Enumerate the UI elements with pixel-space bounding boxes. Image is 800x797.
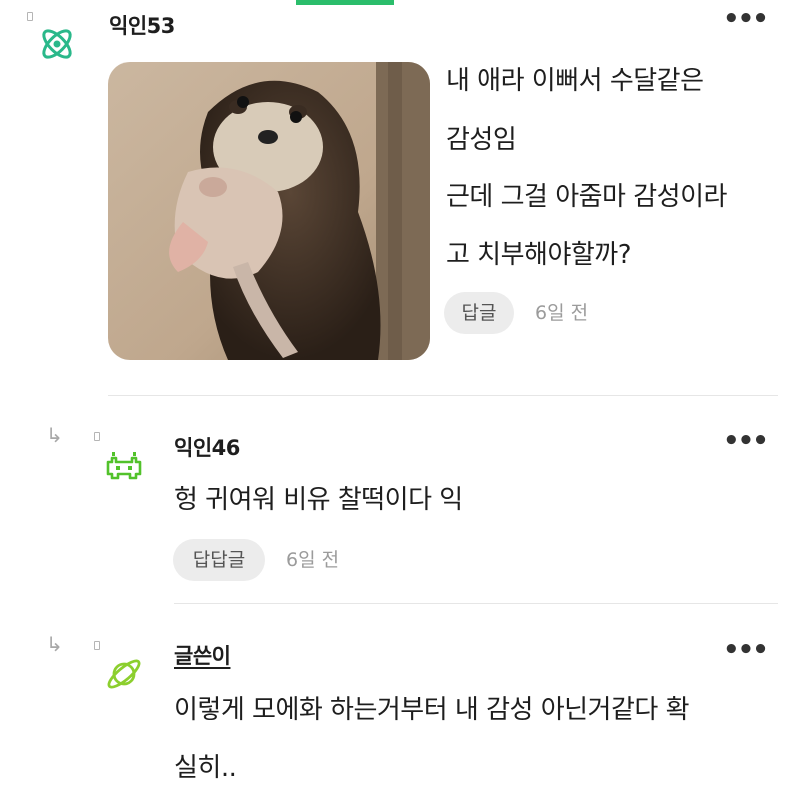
otter-holding-pup-photo xyxy=(108,62,430,360)
checkbox-marker xyxy=(94,432,100,441)
reply-arrow-icon: ↳ xyxy=(46,423,63,447)
comment-line: 고 치부해야할까? xyxy=(446,240,632,270)
comment-photo[interactable] xyxy=(108,62,430,360)
reply-arrow-icon: ↳ xyxy=(46,632,63,656)
checkbox-marker xyxy=(27,12,33,21)
more-options-button[interactable]: ••• xyxy=(723,428,769,454)
comment-line: 감성임 xyxy=(446,125,517,155)
more-options-button[interactable]: ••• xyxy=(723,637,769,663)
reply-button[interactable]: 답답글 xyxy=(173,539,265,581)
space-invader-icon xyxy=(106,452,142,480)
planet-icon xyxy=(107,659,141,689)
reply-button[interactable]: 답글 xyxy=(444,292,514,334)
divider xyxy=(174,603,778,604)
comment-time: 6일 전 xyxy=(286,549,340,571)
checkbox-marker xyxy=(94,641,100,650)
comment-line: 이렇게 모에화 하는거부터 내 감성 아닌거같다 확 xyxy=(174,695,690,725)
divider xyxy=(108,395,778,396)
comment-nickname[interactable]: 글쓴이 xyxy=(174,640,231,670)
atom-icon xyxy=(42,29,72,59)
comment-nickname[interactable]: 익인46 xyxy=(174,432,240,462)
comment-nickname[interactable]: 익인53 xyxy=(109,10,175,40)
comment-line: 근데 그걸 아줌마 감성이라 xyxy=(446,182,727,212)
comment-line: 실히.. xyxy=(174,753,237,783)
comment-line: 내 애라 이뻐서 수달같은 xyxy=(446,66,704,96)
comment-time: 6일 전 xyxy=(535,302,589,324)
scroll-indicator xyxy=(296,0,394,5)
more-options-button[interactable]: ••• xyxy=(723,6,769,32)
comment-line: 헝 귀여워 비유 찰떡이다 익 xyxy=(174,485,463,515)
